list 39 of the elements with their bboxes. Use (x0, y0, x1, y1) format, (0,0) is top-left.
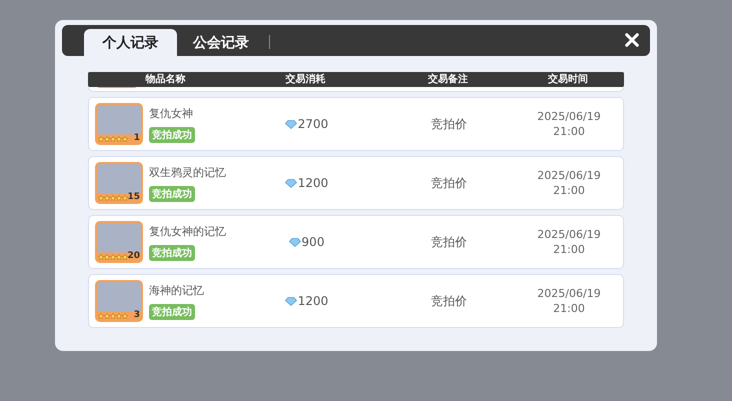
item-count: 3 (132, 310, 141, 320)
note-text: 竞拍价 (431, 294, 467, 308)
column-header: 交易消耗 (284, 72, 326, 87)
trade-time: 21:00 (553, 183, 585, 198)
trade-time: 21:00 (553, 242, 585, 257)
tab[interactable]: 个人记录 (84, 29, 177, 56)
column-header: 交易时间 (547, 72, 589, 87)
diamond-icon (284, 120, 297, 128)
close-icon[interactable] (625, 33, 639, 47)
cost-value: 900 (302, 235, 324, 249)
note-text: 竞拍价 (431, 176, 467, 190)
item-name: 双生鸦灵的记忆 (149, 164, 226, 180)
trade-time: 21:00 (553, 124, 585, 139)
diamond-icon (284, 296, 297, 306)
column-header: 交易备注 (427, 72, 469, 87)
item-name: 海神的记忆 (149, 282, 204, 298)
column-header: 物品名称 (144, 72, 186, 87)
status-badge: 竞拍成功 (149, 304, 195, 320)
cost-value: 2700 (298, 117, 328, 131)
note-text: 竞拍价 (431, 234, 467, 248)
item-name: 复仇女神的记忆 (149, 224, 226, 238)
trade-date: 2025/06/19 (537, 227, 601, 242)
trade-time: 21:00 (553, 301, 585, 316)
trade-date: 2025/06/19 (537, 286, 601, 301)
trade-date: 2025/06/19 (537, 168, 601, 183)
item-count: 1 (132, 133, 141, 143)
note-text: 竞拍价 (431, 116, 467, 130)
item-name: 复仇女神 (149, 106, 193, 120)
diamond-icon (284, 178, 297, 188)
item-count: 20 (126, 251, 141, 261)
status-badge: 竞拍成功 (149, 126, 195, 142)
item-count: 15 (126, 192, 141, 202)
status-badge: 竞拍成功 (149, 244, 195, 260)
tab[interactable]: 公会记录 (177, 29, 265, 56)
diamond-icon (288, 238, 301, 246)
trade-date: 2025/06/19 (537, 109, 601, 124)
status-badge: 竞拍成功 (149, 186, 195, 202)
cost-value: 1200 (298, 176, 328, 190)
cost-value: 1200 (298, 294, 328, 308)
